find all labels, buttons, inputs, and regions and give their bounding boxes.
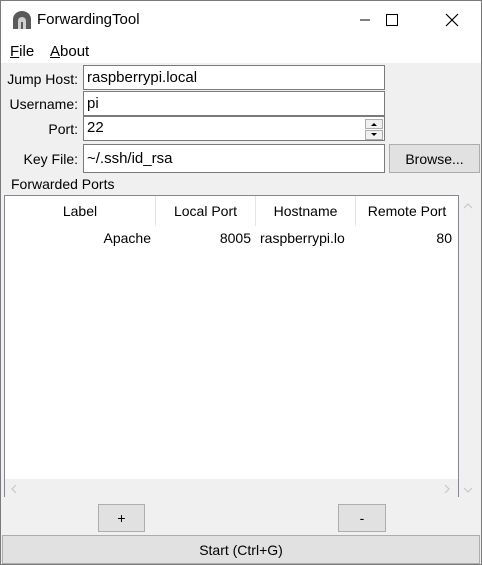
menu-about[interactable]: About <box>50 43 89 60</box>
column-header-remote-port[interactable]: Remote Port <box>356 196 458 226</box>
row-label: Apache <box>103 230 151 246</box>
jump-host-label: Jump Host: <box>7 71 78 87</box>
scroll-up-icon[interactable] <box>463 199 473 213</box>
window-title: ForwardingTool <box>37 11 140 28</box>
start-button[interactable]: Start (Ctrl+G) <box>2 535 480 564</box>
username-value: pi <box>87 95 99 112</box>
username-field[interactable]: pi <box>83 91 385 116</box>
menu-file-label: ile <box>19 43 35 60</box>
forwarded-ports-table[interactable]: Label Local Port Hostname Remote Port Ap… <box>4 195 459 497</box>
forwarded-ports-label: Forwarded Ports <box>11 176 115 192</box>
column-header-local-port[interactable]: Local Port <box>156 196 256 226</box>
key-file-label: Key File: <box>23 151 78 167</box>
browse-button[interactable]: Browse... <box>389 144 480 173</box>
key-file-field[interactable]: ~/.ssh/id_rsa <box>83 144 385 173</box>
close-button[interactable] <box>429 1 475 39</box>
spin-up-button[interactable] <box>365 119 383 129</box>
remove-port-button[interactable]: - <box>338 504 386 532</box>
row-hostname: raspberrypi.lo <box>260 230 345 246</box>
horizontal-scrollbar[interactable] <box>5 479 458 497</box>
app-icon <box>13 11 31 29</box>
spin-down-button[interactable] <box>365 130 383 140</box>
scroll-down-icon[interactable] <box>463 483 473 497</box>
menu-about-label: bout <box>60 43 90 60</box>
jump-host-value: raspberrypi.local <box>87 69 198 86</box>
row-remote-port: 80 <box>436 230 452 246</box>
maximize-button[interactable] <box>369 1 415 39</box>
chevron-up-icon <box>371 123 377 126</box>
key-file-value: ~/.ssh/id_rsa <box>87 150 173 167</box>
menu-bar: File About <box>1 39 481 63</box>
add-port-button[interactable]: + <box>98 504 145 532</box>
vertical-scrollbar[interactable] <box>459 195 478 497</box>
menu-file[interactable]: File <box>10 43 34 60</box>
maximize-icon <box>386 14 398 26</box>
column-header-hostname[interactable]: Hostname <box>256 196 356 226</box>
close-icon <box>445 13 459 27</box>
username-label: Username: <box>9 96 78 112</box>
row-local-port: 8005 <box>219 230 251 246</box>
scroll-left-icon[interactable] <box>10 483 18 497</box>
port-field[interactable]: 22 <box>83 116 385 141</box>
port-value: 22 <box>87 119 104 136</box>
port-spinner <box>365 119 383 140</box>
app-window: ForwardingTool File About Jump Host: ras… <box>0 0 482 565</box>
chevron-down-icon <box>371 133 377 136</box>
scroll-right-icon[interactable] <box>443 483 451 497</box>
port-label: Port: <box>48 121 78 137</box>
jump-host-field[interactable]: raspberrypi.local <box>83 65 385 90</box>
column-header-label[interactable]: Label <box>5 196 156 226</box>
title-bar[interactable]: ForwardingTool <box>1 1 481 39</box>
